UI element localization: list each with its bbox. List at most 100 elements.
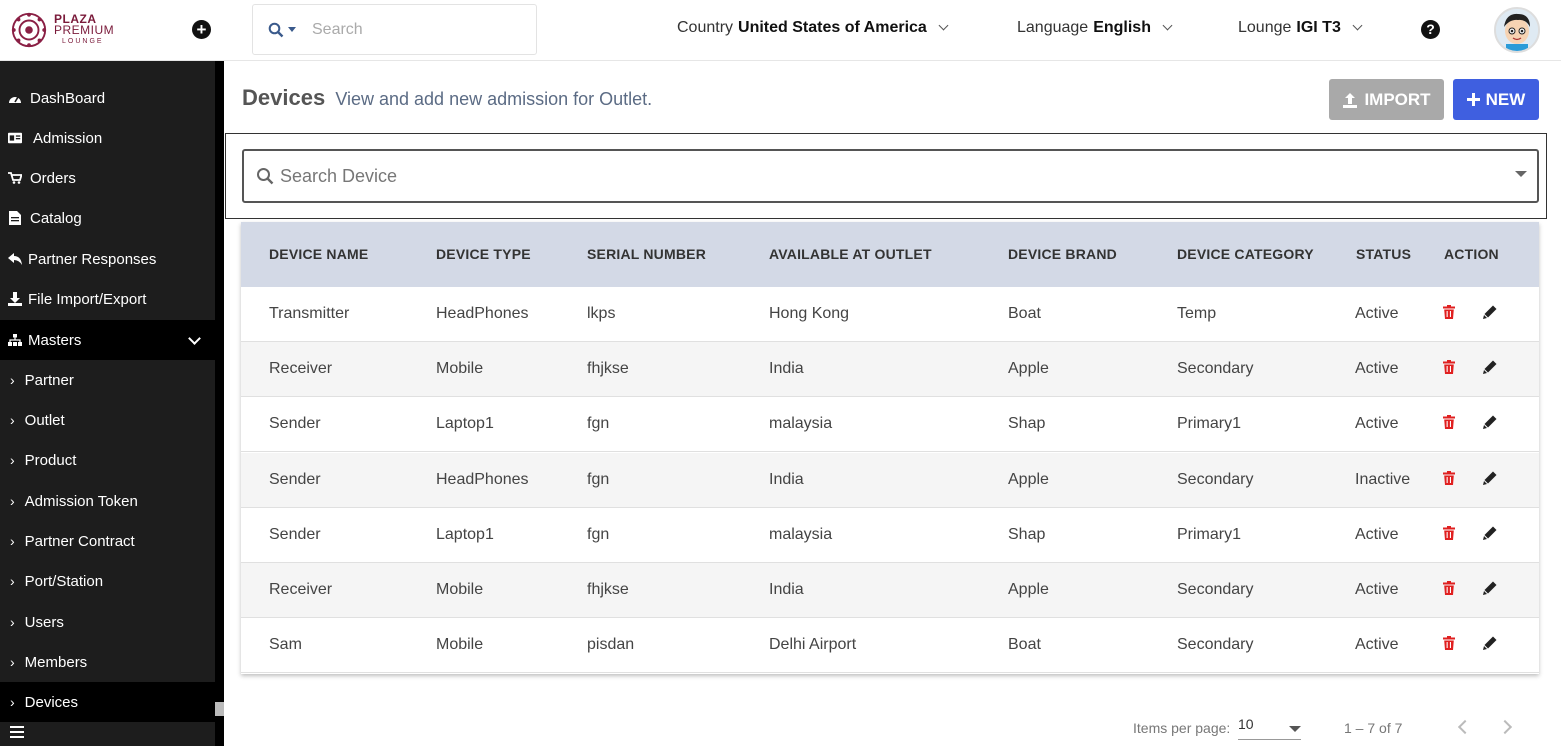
items-per-page-select[interactable]: 10 xyxy=(1238,716,1301,740)
cell-status: Active xyxy=(1355,525,1399,543)
next-page-icon[interactable] xyxy=(1497,719,1513,735)
cell-device-type: HeadPhones xyxy=(436,305,529,322)
cell-device-brand: Shap xyxy=(1008,525,1046,543)
edit-icon[interactable] xyxy=(1483,471,1497,490)
delete-icon[interactable] xyxy=(1443,470,1455,490)
import-button[interactable]: IMPORT xyxy=(1329,79,1444,120)
edit-icon[interactable] xyxy=(1483,636,1497,655)
sidebar-subitem-product[interactable]: › Product xyxy=(0,440,215,480)
cell-outlet: malaysia xyxy=(769,525,833,543)
table-row[interactable]: Sender HeadPhones fgn India Apple Secondary In… xyxy=(241,452,1539,508)
caret-down-icon[interactable] xyxy=(1515,171,1527,177)
cell-outlet: Delhi Airport xyxy=(769,636,857,654)
caret-down-icon xyxy=(288,27,296,32)
device-filter-panel xyxy=(225,133,1547,219)
edit-icon[interactable] xyxy=(1483,360,1497,379)
sidebar-item-label: Devices xyxy=(24,693,79,711)
sidebar-subitem-partner-contract[interactable]: › Partner Contract xyxy=(0,521,215,561)
device-search-input[interactable] xyxy=(280,165,1480,187)
language-label: Language xyxy=(1017,19,1089,36)
cell-outlet: malaysia xyxy=(769,415,833,433)
lounge-selector[interactable]: Lounge IGI T3 xyxy=(1238,19,1363,37)
sidebar-subitem-users[interactable]: › Users xyxy=(0,602,215,642)
sidebar-item-label: Catalog xyxy=(30,209,82,227)
sidebar-scrollbar-track[interactable] xyxy=(215,61,224,746)
column-header[interactable]: AVAILABLE AT OUTLET xyxy=(769,246,932,262)
column-header[interactable]: DEVICE TYPE xyxy=(436,246,531,262)
sidebar-subitem-outlet[interactable]: › Outlet xyxy=(0,400,215,440)
chevron-down-icon xyxy=(188,332,201,345)
sidebar-subitem-members[interactable]: › Members xyxy=(0,642,215,682)
delete-icon[interactable] xyxy=(1443,636,1455,655)
country-value: United States of America xyxy=(738,19,927,36)
sidebar-item-label: DashBoard xyxy=(30,89,106,107)
sidebar-item-label: Admission Token xyxy=(24,492,138,510)
edit-icon[interactable] xyxy=(1483,415,1497,434)
brand-text: PLAZA PREMIUM LOUNGE xyxy=(54,13,114,47)
cell-device-category: Primary1 xyxy=(1177,525,1242,543)
previous-page-icon[interactable] xyxy=(1457,719,1473,735)
sidebar-item-label: Partner Contract xyxy=(24,532,135,550)
cell-device-type: HeadPhones xyxy=(436,470,529,488)
sidebar-scrollbar-thumb[interactable] xyxy=(215,702,224,716)
cell-device-name: Sender xyxy=(269,415,321,433)
devices-table: DEVICE NAME DEVICE TYPE SERIAL NUMBER AV… xyxy=(241,222,1539,674)
id-card-icon xyxy=(8,131,22,145)
table-row[interactable]: Receiver Mobile fhjkse India Apple Secondary A… xyxy=(241,563,1539,618)
cell-device-brand: Apple xyxy=(1008,470,1049,488)
sidebar-item-partner-responses[interactable]: Partner Responses xyxy=(0,239,215,279)
brand-logo[interactable]: PLAZA PREMIUM LOUNGE xyxy=(10,10,114,50)
sidebar-item-dashboard[interactable]: DashBoard xyxy=(0,78,215,118)
new-button[interactable]: NEW xyxy=(1453,79,1539,120)
table-row[interactable]: Sender Laptop1 fgn malaysia Shap Primary1 Acti… xyxy=(241,508,1539,563)
search-input[interactable] xyxy=(312,20,512,39)
delete-icon[interactable] xyxy=(1443,360,1455,379)
cell-device-name: Transmitter xyxy=(269,305,350,322)
country-selector[interactable]: Country United States of America xyxy=(677,19,949,37)
avatar[interactable] xyxy=(1494,7,1540,53)
reply-icon xyxy=(8,252,22,266)
menu-icon[interactable] xyxy=(10,726,24,741)
cell-status: Active xyxy=(1355,305,1399,322)
column-header[interactable]: STATUS xyxy=(1356,246,1411,262)
sidebar-item-catalog[interactable]: Catalog xyxy=(0,198,215,238)
help-icon[interactable]: ? xyxy=(1421,20,1440,39)
edit-icon[interactable] xyxy=(1483,581,1497,600)
delete-icon[interactable] xyxy=(1443,415,1455,434)
delete-icon[interactable] xyxy=(1443,305,1455,324)
sidebar-subitem-partner[interactable]: › Partner xyxy=(0,360,215,400)
cell-device-brand: Boat xyxy=(1008,305,1041,322)
search-dropdown-icon[interactable] xyxy=(268,22,298,38)
chevron-down-icon xyxy=(1162,20,1173,31)
column-header[interactable]: DEVICE NAME xyxy=(269,246,368,262)
cell-device-category: Secondary xyxy=(1177,636,1254,654)
table-row[interactable]: Transmitter HeadPhones lkps Hong Kong Boat Te… xyxy=(241,287,1539,342)
language-selector[interactable]: Language English xyxy=(1017,19,1173,37)
cell-serial-number: pisdan xyxy=(587,636,635,654)
edit-icon[interactable] xyxy=(1483,305,1497,324)
column-header[interactable]: DEVICE CATEGORY xyxy=(1177,246,1314,262)
sidebar-subitem-devices[interactable]: › Devices xyxy=(0,682,215,722)
sidebar-subitem-port-station[interactable]: › Port/Station xyxy=(0,561,215,601)
sidebar-item-masters[interactable]: Masters xyxy=(0,320,215,360)
sidebar-item-admission[interactable]: Admission xyxy=(0,118,215,158)
cell-serial-number: fhjkse xyxy=(587,360,629,378)
table-row[interactable]: Sam Mobile pisdan Delhi Airport Boat Secondar… xyxy=(241,618,1539,674)
edit-icon[interactable] xyxy=(1483,526,1497,545)
delete-icon[interactable] xyxy=(1443,581,1455,600)
delete-icon[interactable] xyxy=(1443,525,1455,545)
cell-serial-number: lkps xyxy=(587,305,616,322)
sidebar-item-orders[interactable]: Orders xyxy=(0,158,215,198)
column-header[interactable]: SERIAL NUMBER xyxy=(587,246,706,262)
cell-device-category: Secondary xyxy=(1177,581,1254,598)
table-row[interactable]: Receiver Mobile fhjkse India Apple Secondary A… xyxy=(241,342,1539,398)
sidebar-item-file-import-export[interactable]: File Import/Export xyxy=(0,279,215,319)
column-header[interactable]: DEVICE BRAND xyxy=(1008,246,1117,262)
cell-outlet: India xyxy=(769,360,804,378)
add-circle-icon[interactable]: + xyxy=(192,20,211,39)
page-subtitle: View and add new admission for Outlet. xyxy=(335,89,653,109)
sidebar-subitem-admission-token[interactable]: › Admission Token xyxy=(0,481,215,521)
search-icon xyxy=(268,22,284,37)
device-search-select[interactable] xyxy=(242,149,1539,203)
table-row[interactable]: Sender Laptop1 fgn malaysia Shap Primary1 Acti… xyxy=(241,397,1539,453)
